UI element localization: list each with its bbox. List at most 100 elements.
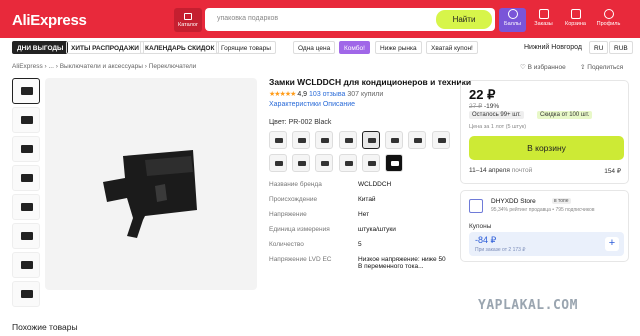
stock-badge: Осталось 99+ шт. [469,111,524,119]
spec-row: Название бренда WCLDDCH [269,181,449,196]
thumbnail[interactable] [12,194,40,220]
store-name[interactable]: DHYXDD Store [491,198,536,205]
search-input[interactable]: упаковка подарков [217,15,278,22]
similar-products-heading: Похожие товары [12,322,78,332]
category-sale-hits[interactable]: ХИТЫ РАСПРОДАЖИ [66,41,144,54]
color-swatch[interactable] [431,131,450,149]
aliexpress-logo[interactable]: AliExpress [12,12,87,29]
thumbnail[interactable] [12,281,40,307]
bought-count: 307 купили [347,91,384,98]
color-swatch[interactable] [385,154,404,172]
spec-key: Напряжение [269,211,307,218]
coupons-label: Купоны [469,223,492,230]
coupon-card[interactable]: -84 ₽ При заказе от 2 173 ₽ + [469,232,624,256]
rating-value: 4,9 [297,91,308,98]
category-one-price[interactable]: Одна цена [293,41,336,54]
tab-specs[interactable]: Характеристики [269,101,321,108]
add-to-cart-button[interactable]: В корзину [469,136,624,160]
breadcrumb-item[interactable]: ... [49,63,54,70]
delivery-date: 11–14 апреля [469,167,510,174]
spec-value: Китай [358,196,376,203]
reviews-link[interactable]: 103 отзыва [309,91,345,98]
bulk-discount-badge[interactable]: Скидка от 100 шт. [537,111,593,119]
delivery-method: почтой [511,167,533,174]
catalog-button[interactable]: Каталог [174,8,202,32]
watermark: YAPLAKAL.COM [478,298,578,313]
category-discount-calendar[interactable]: КАЛЕНДАРЬ СКИДОК [140,41,220,54]
product-tabs: Характеристики Описание [269,101,355,108]
buy-box: 22 ₽ 27 ₽ -19% Осталось 99+ шт. Скидка о… [460,80,629,184]
thumbnail[interactable] [12,107,40,133]
specs-table: Название бренда WCLDDCH Происхождение Кита… [269,181,449,271]
spec-key: Напряжение LVD EC [269,256,332,263]
profile-button[interactable]: Профиль [595,8,622,32]
color-swatch[interactable] [269,154,287,172]
coupon-condition: При заказе от 2 173 ₽ [475,247,526,253]
favorite-label: В избранное [527,64,566,71]
rating-stars: ★★★★★ [269,91,296,98]
color-swatch[interactable] [361,154,380,172]
thumbnail[interactable] [12,252,40,278]
breadcrumb-item[interactable]: Выключатели и аксессуары [60,63,143,70]
breadcrumb-item[interactable]: Переключатели [149,63,197,70]
category-promo-days[interactable]: ДНИ ВЫГОДЫ [12,41,69,54]
cart-icon [570,9,581,19]
currency-selector[interactable]: RUB [609,41,633,54]
product-lock-illustration [103,150,197,238]
color-swatch-selected[interactable] [361,131,380,149]
city-selector[interactable]: Нижний Новгород [524,44,582,51]
color-label: Цвет: PR-002 Black [269,119,332,126]
tab-description[interactable]: Описание [323,101,355,108]
store-badge: в топе [552,198,571,204]
breadcrumb-item[interactable]: AliExpress [12,63,43,70]
store-rating: 95,34% рейтинг продавца • 795 подписчико… [491,207,595,213]
old-price: 27 ₽ [469,103,483,110]
share-button[interactable]: ⇪ Поделиться [580,63,623,71]
color-swatch[interactable] [315,154,334,172]
user-icon [603,9,614,19]
breadcrumb: AliExpress › ... › Выключатели и аксессу… [12,63,197,70]
color-swatch[interactable] [292,131,311,149]
main-product-image[interactable] [45,78,257,290]
category-below-market[interactable]: Ниже рынка [375,41,422,54]
category-grab-coupon[interactable]: Хватай купон! [426,41,478,54]
spec-key: Происхождение [269,196,318,203]
search-button[interactable]: Найти [436,10,492,29]
grid-icon [184,13,192,20]
top-bar: AliExpress Каталог упаковка подарков Най… [0,0,640,38]
color-swatch[interactable] [315,131,334,149]
orders-button[interactable]: Заказы [530,8,557,32]
color-swatch[interactable] [292,154,311,172]
spec-value: штука/штуки [358,226,396,233]
category-hot-items[interactable]: Горящие товары [216,41,276,54]
thumbnail[interactable] [12,136,40,162]
favorite-button[interactable]: ♡ В избранное [520,63,566,71]
thumbnail[interactable] [12,165,40,191]
spec-value: Нет [358,211,370,218]
category-bar: ДНИ ВЫГОДЫ ХИТЫ РАСПРОДАЖИ КАЛЕНДАРЬ СКИ… [0,39,640,55]
spec-row: Напряжение LVD EC Низкое напряжение: ниже… [269,256,449,271]
spec-row: Количество 5 [269,241,449,256]
points-button[interactable]: Баллы [499,8,526,32]
profile-label: Профиль [596,21,621,27]
thumbnail[interactable] [12,223,40,249]
color-swatch[interactable] [385,131,404,149]
cart-label: Корзина [565,21,586,27]
color-swatch[interactable] [408,131,427,149]
delivery-info: 11–14 апреля почтой [469,167,532,174]
store-box: DHYXDD Store в топе 95,34% рейтинг прода… [460,190,629,262]
orders-label: Заказы [534,21,553,27]
spec-value: Низкое напряжение: ниже 50 В переменного… [358,256,446,270]
coupon-amount: -84 ₽ [475,235,497,245]
color-swatch[interactable] [338,154,357,172]
category-combo[interactable]: Комбо! [339,41,370,54]
add-coupon-icon[interactable]: + [605,237,619,251]
lot-note: Цена за 1 лот (5 штук) [469,124,527,130]
points-label: Баллы [503,21,522,27]
cart-button[interactable]: Корзина [562,8,589,32]
color-swatch[interactable] [269,131,287,149]
spec-key: Количество [269,241,304,248]
color-swatch[interactable] [338,131,357,149]
thumbnail[interactable] [12,78,40,104]
language-selector[interactable]: RU [589,41,609,54]
